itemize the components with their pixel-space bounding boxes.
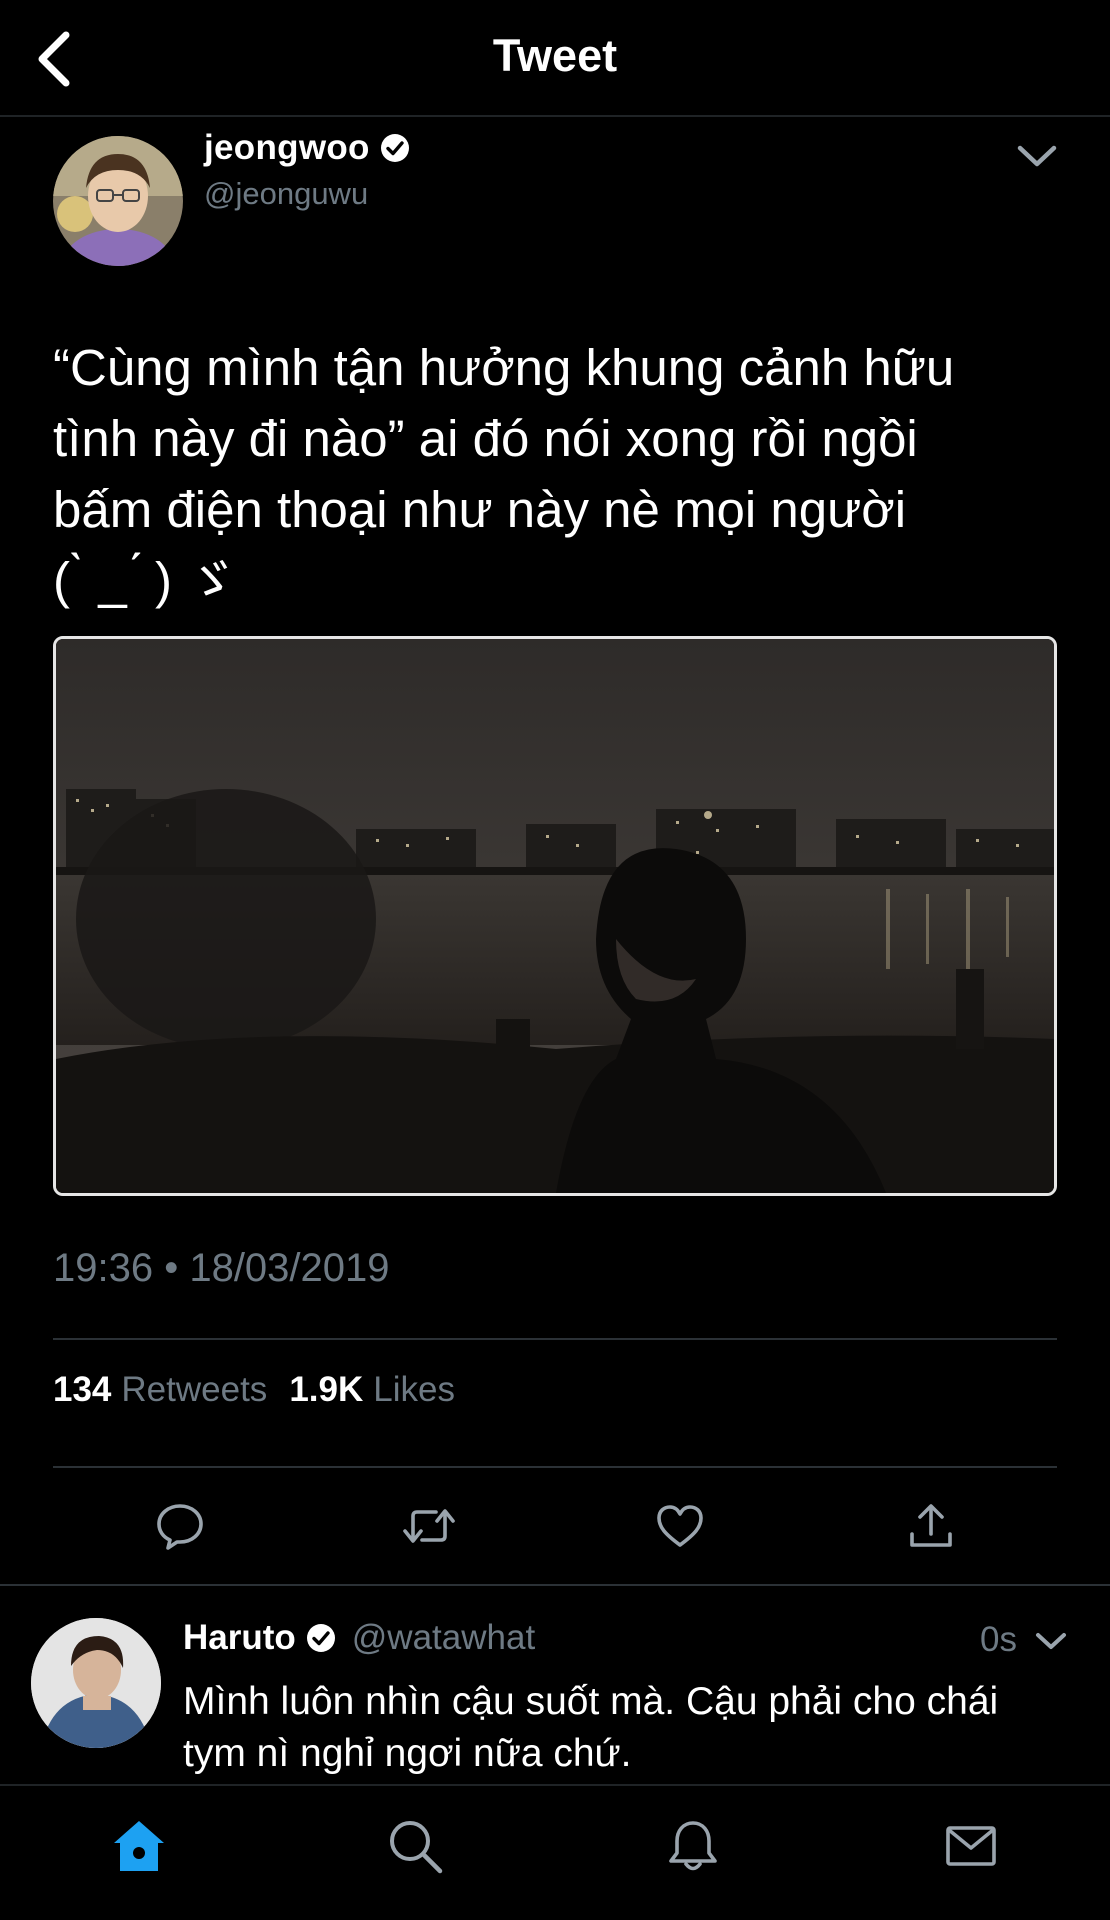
tab-notifications[interactable] <box>661 1814 725 1878</box>
top-navigation-bar: Tweet <box>0 0 1110 117</box>
divider <box>53 1338 1057 1340</box>
heart-icon <box>657 1505 703 1547</box>
mail-icon <box>946 1826 996 1866</box>
share-button[interactable] <box>903 1498 959 1554</box>
like-button[interactable] <box>652 1498 708 1554</box>
reply-options-button[interactable] <box>1034 1626 1068 1656</box>
reply-text: Mình luôn nhìn cậu suốt mà. Cậu phải cho… <box>183 1680 999 1775</box>
comment-icon <box>157 1504 203 1550</box>
bell-icon <box>669 1821 717 1871</box>
bottom-tab-bar <box>0 1784 1110 1920</box>
tweet-photo[interactable] <box>53 636 1057 1196</box>
verified-badge-icon <box>380 133 410 163</box>
author-avatar[interactable] <box>53 136 183 266</box>
page-title: Tweet <box>492 30 618 81</box>
chevron-down-icon <box>1017 145 1057 167</box>
reply-author-handle: @watawhat <box>351 1618 536 1657</box>
share-icon <box>910 1504 952 1547</box>
tab-search[interactable] <box>383 1814 447 1878</box>
reply-author-avatar[interactable] <box>31 1618 161 1748</box>
verified-badge-icon <box>306 1623 336 1653</box>
retweet-icon <box>403 1509 455 1543</box>
divider <box>0 1584 1110 1586</box>
author-name-row[interactable]: jeongwoo <box>204 128 410 168</box>
tab-home[interactable] <box>107 1814 171 1878</box>
retweets-label[interactable]: Retweets <box>121 1370 267 1410</box>
reply-button[interactable] <box>152 1498 208 1554</box>
chevron-down-icon <box>1036 1633 1066 1649</box>
reply-time: 0s <box>980 1620 1017 1659</box>
likes-count[interactable]: 1.9K <box>289 1370 363 1410</box>
retweets-count[interactable]: 134 <box>53 1370 111 1410</box>
tweet-text: “Cùng mình tận hưởng khung cảnh hữu tình… <box>53 339 955 609</box>
reply-header[interactable]: Haruto @watawhat <box>183 1618 535 1658</box>
home-icon <box>114 1821 164 1871</box>
retweet-button[interactable] <box>401 1498 457 1554</box>
tab-messages[interactable] <box>939 1814 1003 1878</box>
tweet-options-button[interactable] <box>1012 138 1062 174</box>
reply-author-name: Haruto <box>183 1618 296 1657</box>
search-icon <box>390 1821 443 1874</box>
author-display-name: jeongwoo <box>204 128 370 167</box>
likes-label[interactable]: Likes <box>373 1370 455 1410</box>
tweet-stats: 134 Retweets 1.9K Likes <box>53 1370 467 1410</box>
divider <box>53 1466 1057 1468</box>
tweet-timestamp: 19:36 • 18/03/2019 <box>53 1246 390 1290</box>
author-handle: @jeonguwu <box>204 176 369 211</box>
